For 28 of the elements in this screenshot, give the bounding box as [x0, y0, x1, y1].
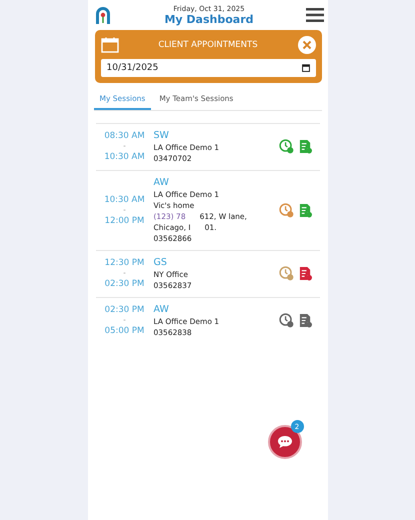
- end-time: 02:30 PM: [104, 279, 144, 289]
- panel-title: CLIENT APPOINTMENTS: [157, 40, 259, 50]
- end-time: 10:30 AM: [104, 152, 145, 162]
- document-icon[interactable]: [298, 313, 312, 328]
- staff-initials: GS: [154, 256, 168, 269]
- end-time: 12:00 PM: [104, 216, 144, 226]
- start-time: 10:30 AM: [104, 194, 145, 204]
- start-time: 02:30 PM: [104, 305, 144, 315]
- date-field[interactable]: 10/31/2025: [100, 59, 316, 77]
- calendar-icon: [100, 37, 118, 53]
- document-icon[interactable]: [298, 266, 312, 281]
- clock-icon[interactable]: [278, 139, 294, 154]
- clock-icon[interactable]: [278, 202, 294, 218]
- page-title: My Dashboard: [164, 12, 254, 26]
- end-time: 05:00 PM: [104, 326, 144, 336]
- staff-initials: AW: [154, 303, 170, 316]
- document-icon[interactable]: [298, 202, 312, 218]
- chat-icon: [276, 435, 292, 449]
- staff-initials: SW: [154, 129, 170, 142]
- menu-icon[interactable]: [306, 8, 324, 22]
- start-time: 08:30 AM: [104, 131, 145, 141]
- close-icon[interactable]: [298, 36, 316, 54]
- document-icon[interactable]: [298, 139, 312, 154]
- clock-icon[interactable]: [278, 313, 294, 328]
- staff-initials: AW: [154, 176, 170, 189]
- chat-button[interactable]: [268, 425, 302, 459]
- start-time: 12:30 PM: [104, 258, 144, 268]
- calendar-icon[interactable]: [302, 64, 310, 72]
